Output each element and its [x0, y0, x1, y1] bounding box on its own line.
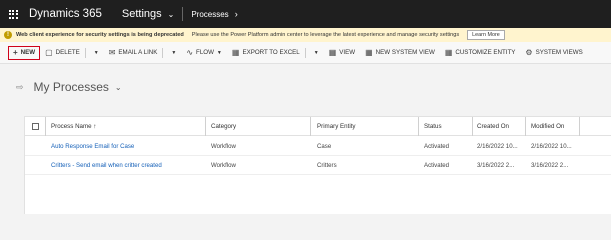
- table-row[interactable]: Critters - Send email when critter creat…: [25, 156, 611, 175]
- deprecation-warning-bar: ! Web client experience for security set…: [0, 28, 611, 42]
- chevron-right-icon: ›: [234, 9, 238, 19]
- email-link-label: EMAIL A LINK: [118, 49, 158, 56]
- process-name-link[interactable]: Critters - Send email when critter creat…: [51, 156, 162, 175]
- excel-icon: ▦: [231, 48, 240, 57]
- view-button[interactable]: ▦ VIEW: [324, 46, 360, 60]
- view-icon: ▦: [328, 48, 337, 57]
- select-all-checkbox[interactable]: [32, 117, 39, 136]
- column-header-process-name[interactable]: Process Name ↑: [51, 117, 96, 136]
- flow-icon: ∿: [186, 48, 194, 57]
- column-header-category[interactable]: Category: [211, 117, 236, 136]
- modified-cell: 2/16/2022 10...: [531, 143, 572, 150]
- breadcrumb-label: Processes: [191, 9, 229, 19]
- caret-down-icon: ▼: [93, 49, 99, 56]
- column-header-created-on[interactable]: Created On: [477, 117, 509, 136]
- new-view-icon: ▦: [365, 48, 373, 57]
- export-excel-label: EXPORT TO EXCEL: [242, 49, 300, 56]
- new-button-label: NEW: [20, 49, 36, 56]
- process-grid: Process Name ↑ Category Primary Entity S…: [24, 116, 611, 214]
- breadcrumb[interactable]: Processes ›: [191, 9, 237, 19]
- link-icon: ✉: [108, 48, 116, 57]
- delete-button[interactable]: ▢ DELETE: [40, 46, 85, 60]
- category-cell: Workflow: [211, 162, 236, 169]
- command-bar: + NEW ▢ DELETE ▼ ✉ EMAIL A LINK ▼ ∿ FLOW…: [0, 42, 611, 64]
- created-cell: 3/16/2022 2...: [477, 162, 515, 169]
- gear-icon: ⚙: [525, 48, 533, 57]
- delete-button-label: DELETE: [55, 49, 80, 56]
- chevron-down-icon[interactable]: ⌄: [115, 83, 122, 92]
- caret-down-icon: ▼: [216, 49, 222, 56]
- warning-title: Web client experience for security setti…: [16, 32, 184, 38]
- entity-cell: Critters: [317, 162, 337, 169]
- app-launcher-icon[interactable]: [0, 0, 26, 28]
- customize-icon: ▦: [444, 48, 453, 57]
- new-system-view-label: NEW SYSTEM VIEW: [375, 49, 435, 56]
- column-header-status[interactable]: Status: [424, 117, 442, 136]
- view-selector-title[interactable]: My Processes: [34, 80, 109, 94]
- back-arrow-icon[interactable]: ⇨: [16, 82, 24, 93]
- app-brand[interactable]: Dynamics 365: [29, 8, 102, 20]
- new-button[interactable]: + NEW: [8, 45, 41, 60]
- flow-button[interactable]: ∿ FLOW ▼: [181, 46, 227, 60]
- email-link-button[interactable]: ✉ EMAIL A LINK: [104, 46, 163, 60]
- area-switcher[interactable]: Settings ⌄: [122, 8, 174, 20]
- modified-cell: 3/16/2022 2...: [531, 162, 569, 169]
- chevron-down-icon: ⌄: [167, 9, 175, 19]
- customize-entity-label: CUSTOMIZE ENTITY: [455, 49, 516, 56]
- grid-header-row: Process Name ↑ Category Primary Entity S…: [25, 117, 611, 136]
- process-name-link[interactable]: Auto Response Email for Case: [51, 137, 134, 156]
- divider: [182, 7, 184, 21]
- caret-down-icon: ▼: [313, 49, 319, 56]
- status-cell: Activated: [424, 143, 450, 150]
- top-nav-bar: Dynamics 365 Settings ⌄ Processes ›: [0, 0, 611, 28]
- caret-down-icon: ▼: [171, 49, 177, 56]
- system-views-button[interactable]: ⚙ SYSTEM VIEWS: [520, 46, 587, 60]
- column-header-modified-on[interactable]: Modified On: [531, 117, 564, 136]
- column-header-primary-entity[interactable]: Primary Entity: [317, 117, 356, 136]
- trash-icon: ▢: [45, 48, 53, 57]
- created-cell: 2/16/2022 10...: [477, 143, 518, 150]
- plus-icon: +: [13, 48, 18, 57]
- table-row[interactable]: Auto Response Email for Case Workflow Ca…: [25, 137, 611, 156]
- more-dropdown[interactable]: ▼: [163, 46, 181, 60]
- customize-entity-button[interactable]: ▦ CUSTOMIZE ENTITY: [440, 46, 521, 60]
- flow-label: FLOW: [196, 49, 214, 56]
- status-cell: Activated: [424, 162, 450, 169]
- warning-message: Please use the Power Platform admin cent…: [191, 32, 460, 38]
- learn-more-button[interactable]: Learn More: [467, 30, 505, 40]
- new-system-view-button[interactable]: ▦ NEW SYSTEM VIEW: [360, 46, 440, 60]
- more-dropdown[interactable]: ▼: [306, 46, 324, 60]
- category-cell: Workflow: [211, 143, 236, 150]
- export-excel-button[interactable]: ▦ EXPORT TO EXCEL: [227, 46, 305, 60]
- view-header: ⇨ My Processes ⌄: [16, 80, 122, 94]
- entity-cell: Case: [317, 143, 332, 150]
- warning-icon: !: [4, 31, 12, 39]
- system-views-label: SYSTEM VIEWS: [535, 49, 583, 56]
- area-label: Settings: [121, 8, 162, 20]
- view-label: VIEW: [339, 49, 356, 56]
- more-dropdown[interactable]: ▼: [86, 46, 104, 60]
